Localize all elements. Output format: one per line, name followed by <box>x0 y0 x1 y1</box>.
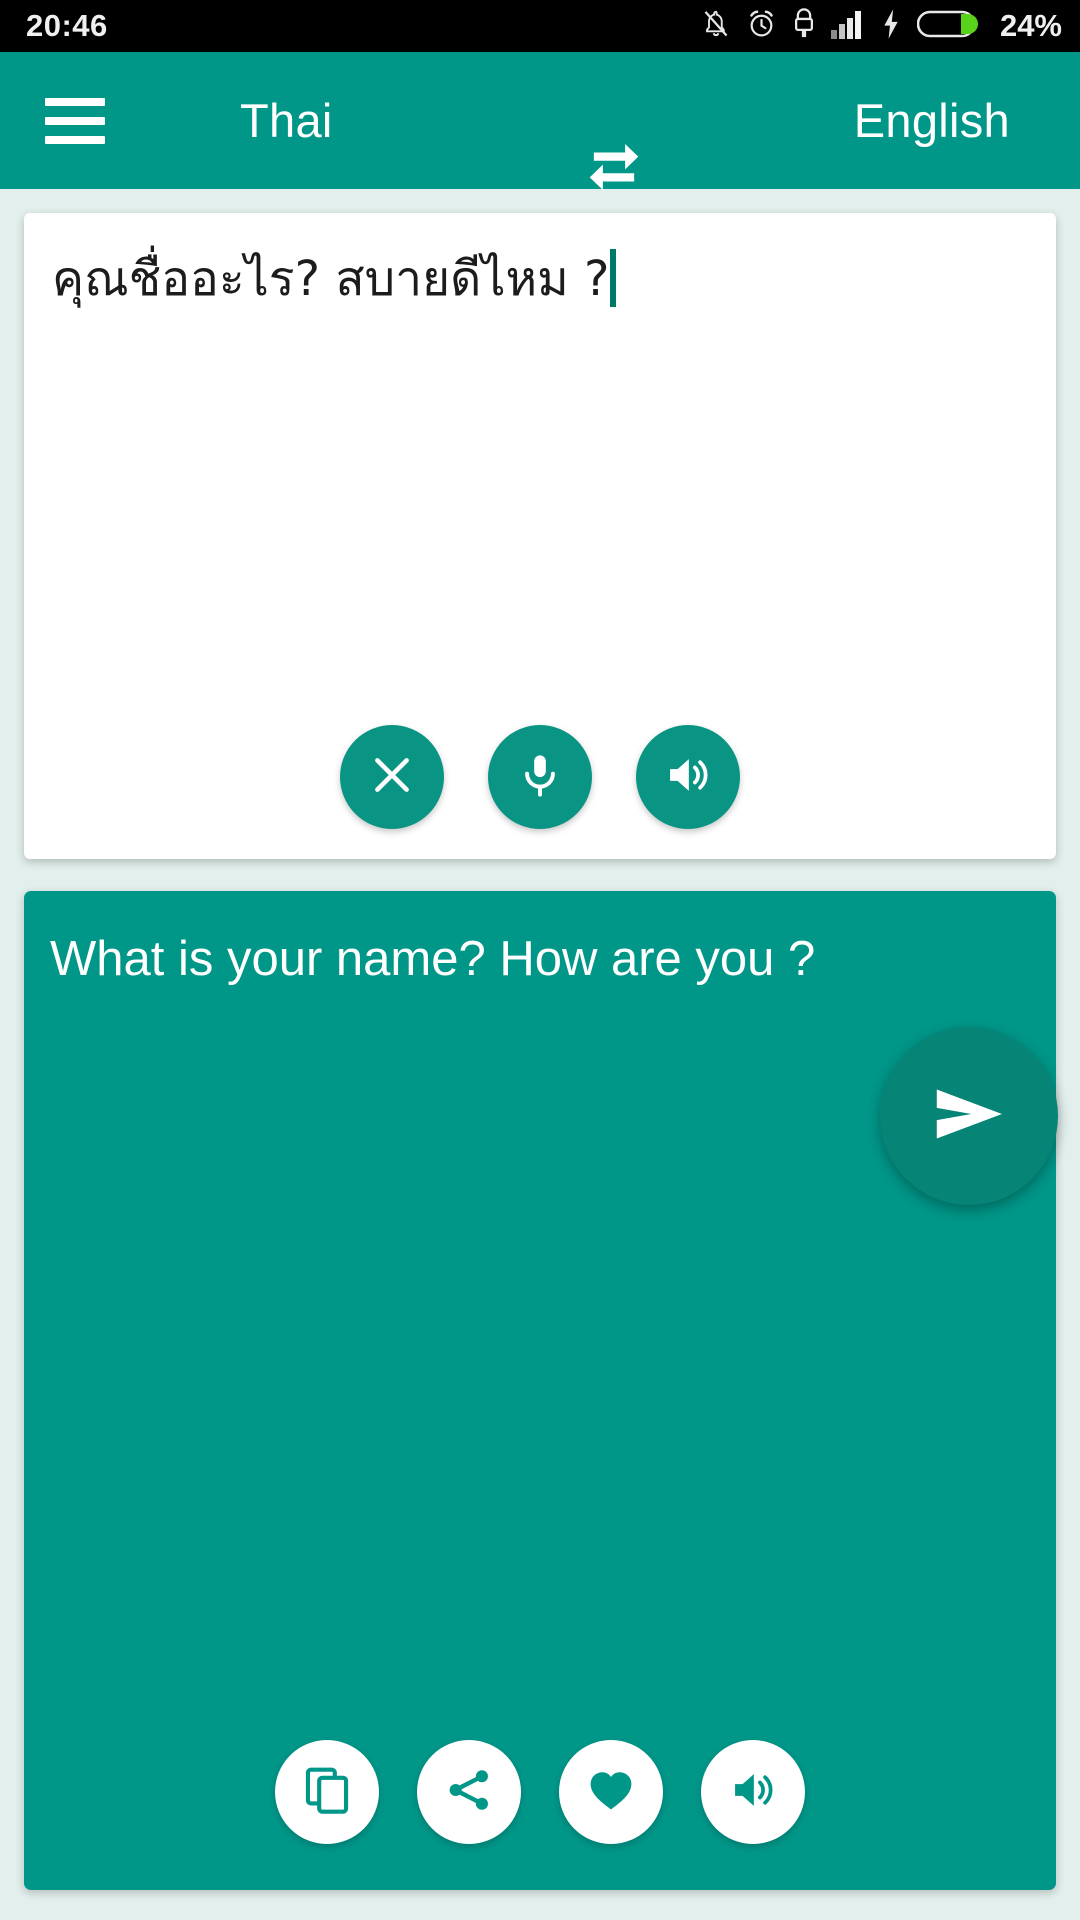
usb-lock-icon <box>792 7 816 45</box>
copy-button[interactable] <box>275 1740 379 1844</box>
target-language-selector[interactable]: English <box>854 93 1010 148</box>
source-text-card: คุณชื่ออะไร? สบายดีไหม ? <box>24 213 1056 859</box>
main-content: คุณชื่ออะไร? สบายดีไหม ? What is your na… <box>0 189 1080 1920</box>
heart-icon <box>585 1764 637 1821</box>
menu-line-1 <box>45 97 105 106</box>
translation-card: What is your name? How are you ? <box>24 891 1056 1890</box>
share-button[interactable] <box>417 1740 521 1844</box>
send-icon <box>923 1068 1015 1165</box>
menu-line-2 <box>45 116 105 125</box>
status-bar-icons: 24% <box>701 7 1062 45</box>
source-action-bar <box>24 725 1056 859</box>
menu-line-3 <box>45 135 105 144</box>
alarm-clock-icon <box>746 8 777 45</box>
send-button[interactable] <box>880 1027 1058 1205</box>
microphone-button[interactable] <box>488 725 592 829</box>
clear-button[interactable] <box>340 725 444 829</box>
translation-text-area[interactable]: What is your name? How are you ? <box>24 891 1056 1740</box>
translation-text-value: What is your name? How are you ? <box>50 932 816 986</box>
source-input-area[interactable]: คุณชื่ออะไร? สบายดีไหม ? <box>24 213 1056 725</box>
volume-icon <box>663 750 713 805</box>
status-bar: 20:46 24% <box>0 0 1080 52</box>
hamburger-menu-icon[interactable] <box>45 97 105 144</box>
battery-icon <box>916 8 979 45</box>
speak-translation-button[interactable] <box>701 1740 805 1844</box>
source-text-value: คุณชื่ออะไร? สบายดีไหม ? <box>52 251 610 307</box>
copy-icon <box>301 1764 353 1821</box>
signal-bars-icon <box>830 9 865 44</box>
share-icon <box>444 1765 494 1820</box>
close-icon <box>367 750 417 805</box>
source-language-selector[interactable]: Thai <box>240 93 333 148</box>
volume-icon <box>728 1765 778 1820</box>
translation-action-bar <box>24 1740 1056 1890</box>
battery-percent-label: 24% <box>999 8 1062 43</box>
microphone-icon <box>515 750 565 805</box>
bell-off-icon <box>701 8 731 45</box>
speak-source-button[interactable] <box>636 725 740 829</box>
text-cursor <box>610 249 617 307</box>
app-bar: Thai English <box>0 52 1080 190</box>
favorite-button[interactable] <box>559 1740 663 1844</box>
status-clock: 20:46 <box>26 8 108 43</box>
app-screen: 20:46 24% Thai English คุณชื่ออะไร? สบาย… <box>0 0 1080 1920</box>
charging-bolt-icon <box>880 8 902 45</box>
